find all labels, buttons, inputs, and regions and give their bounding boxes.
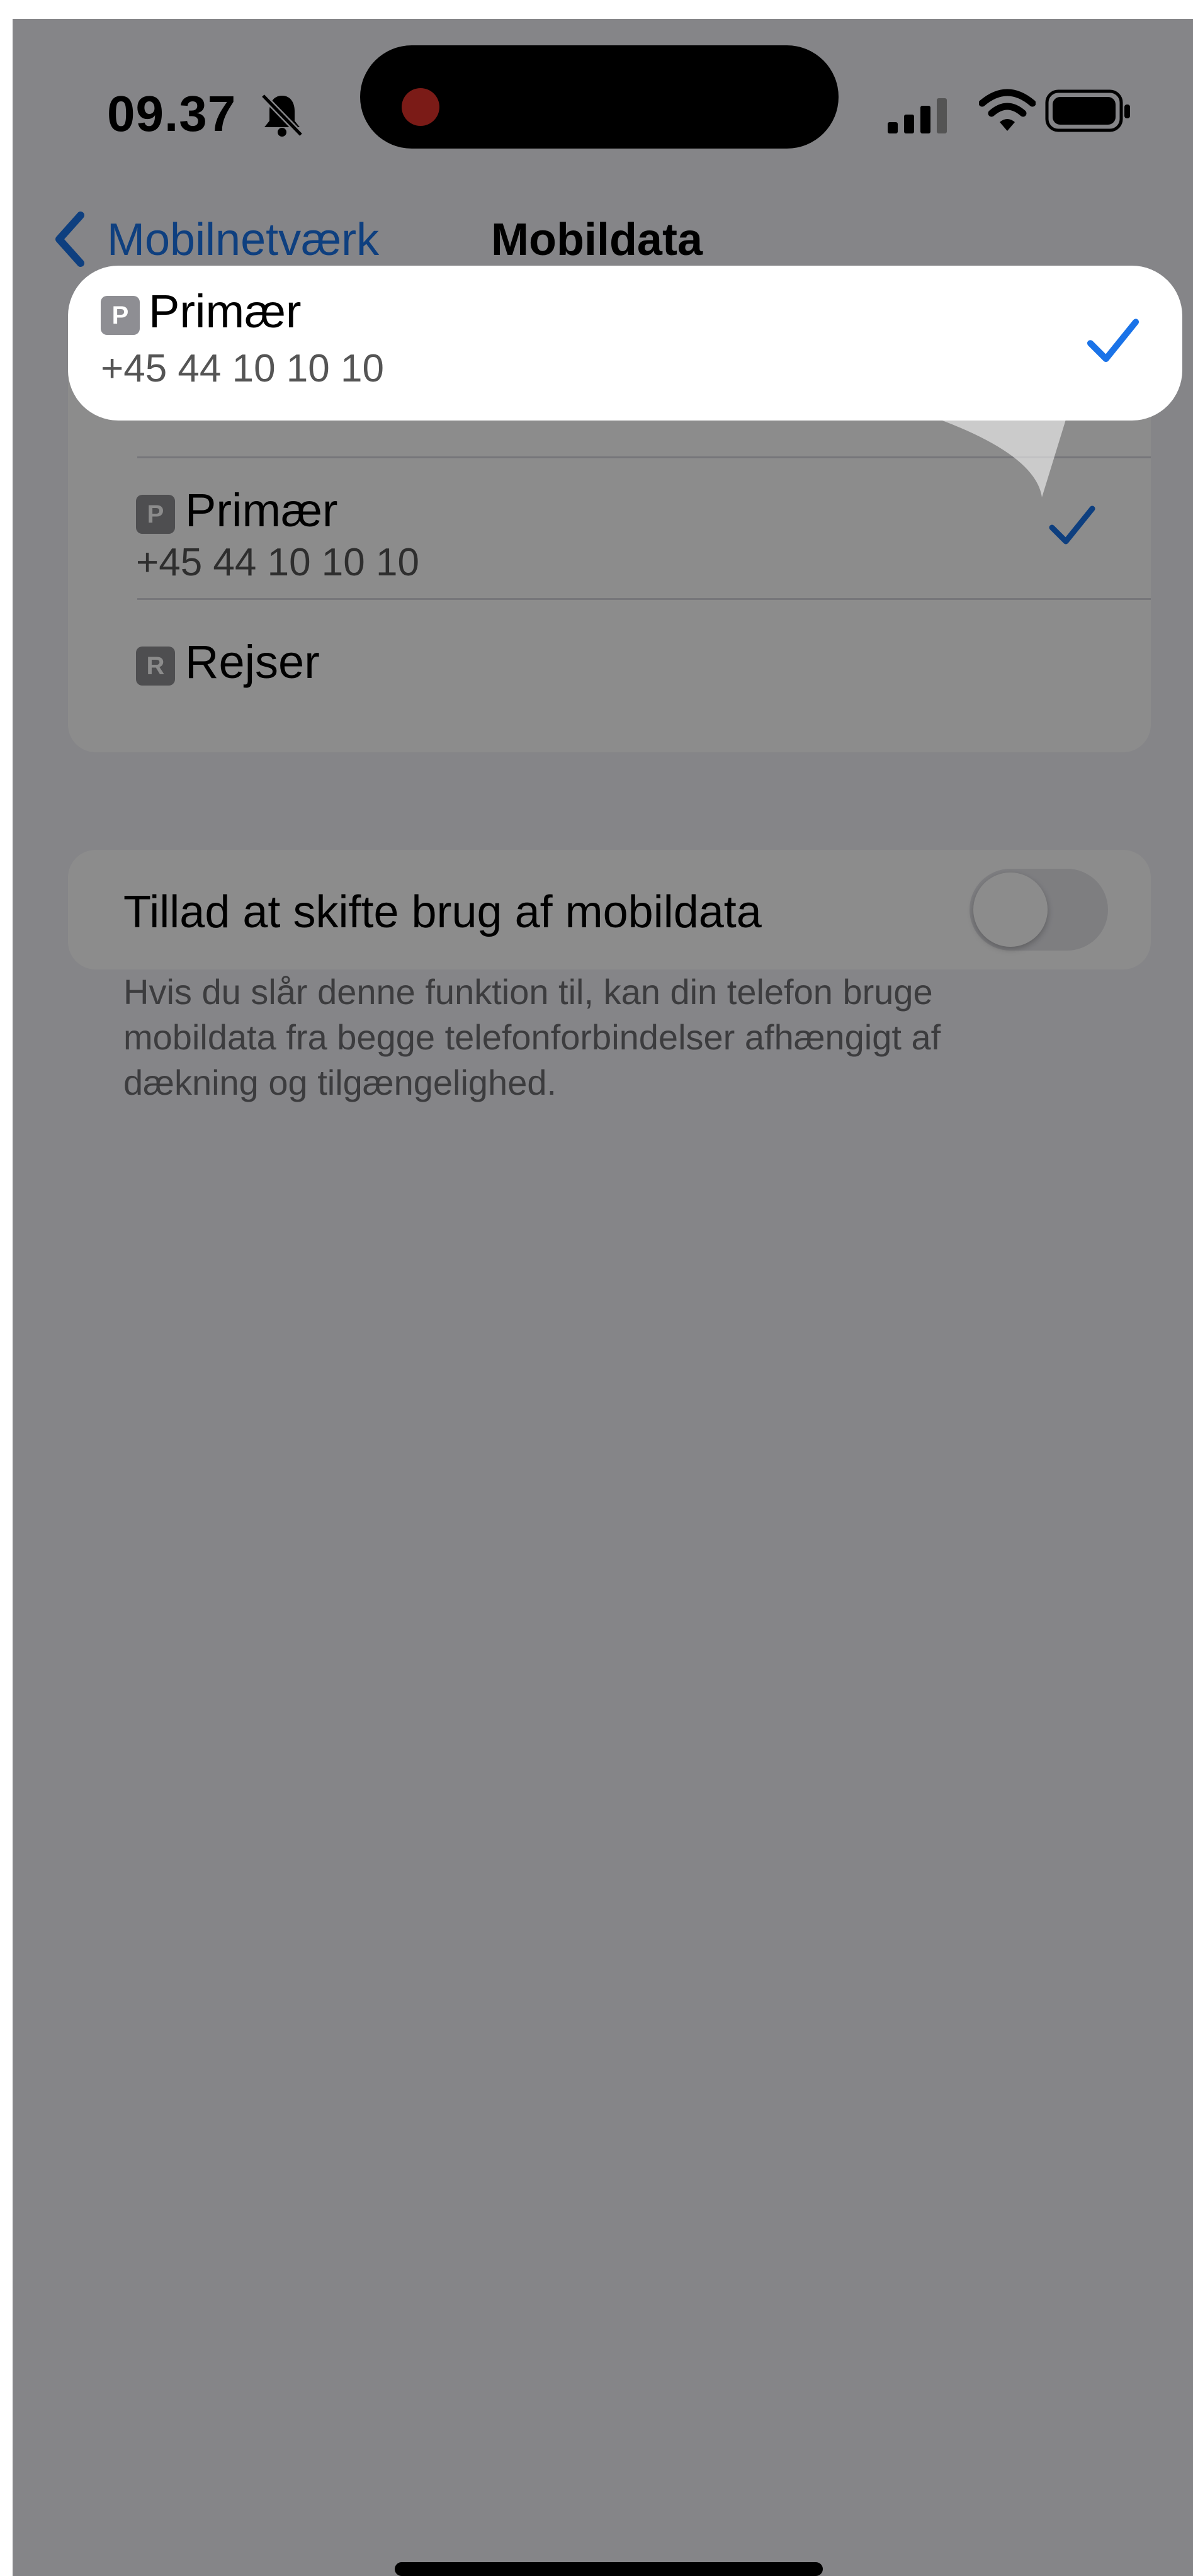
home-indicator[interactable]: [395, 2562, 823, 2576]
callout-pointer: [929, 415, 1067, 497]
checkmark-icon: [1087, 319, 1139, 363]
line-badge-icon: P: [101, 296, 140, 335]
highlight-callout[interactable]: P Primær +45 44 10 10 10: [68, 266, 1182, 421]
callout-line-name: Primær: [149, 285, 302, 337]
phone-screen: 09.37 Mobilnetværk Mobildata P Primær +4…: [13, 19, 1193, 2576]
callout-line-number: +45 44 10 10 10: [101, 347, 384, 390]
